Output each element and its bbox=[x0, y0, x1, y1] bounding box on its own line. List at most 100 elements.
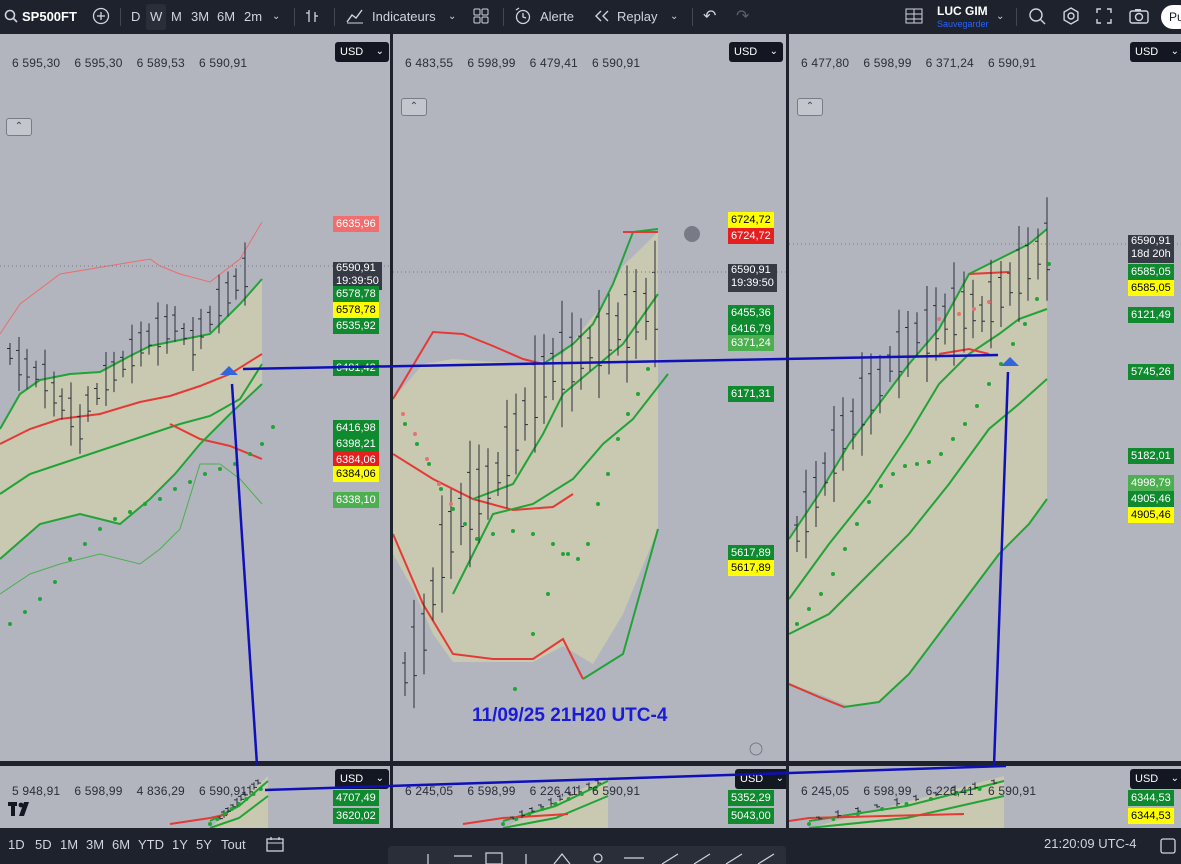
currency-button[interactable]: USD ⌄ bbox=[1130, 769, 1181, 789]
currency-label: USD bbox=[340, 773, 364, 785]
panel-toggle-icon[interactable] bbox=[1158, 836, 1178, 856]
range-6m[interactable]: 6M bbox=[112, 828, 130, 862]
plot-area-1[interactable] bbox=[0, 34, 390, 761]
range-1d[interactable]: 1D bbox=[8, 828, 25, 862]
chart-pane-4[interactable]: 5 948,91 6 598,99 4 836,29 6 590,91 USD ⌄ 4707… bbox=[0, 766, 390, 828]
high-value: 6 598,99 bbox=[863, 56, 912, 70]
band-fill bbox=[789, 229, 1047, 706]
sar-dot bbox=[271, 425, 275, 429]
high-value: 6 598,99 bbox=[863, 784, 912, 798]
sar-dot bbox=[427, 462, 431, 466]
price-label-value: 6535,92 bbox=[336, 320, 376, 332]
low-value: 4 836,29 bbox=[136, 784, 185, 798]
currency-label: USD bbox=[734, 46, 758, 58]
price-axis-label: 6416,98 bbox=[333, 420, 379, 436]
top-toolbar: SP500FT D W M 3M 6M 2m ⌄ Indicateurs ⌄ A… bbox=[0, 0, 1181, 34]
camera-snapshot-icon[interactable] bbox=[1129, 0, 1149, 34]
sar-dot bbox=[566, 552, 570, 556]
price-axis-label: 5182,01 bbox=[1128, 448, 1174, 464]
price-label-value: 4707,49 bbox=[336, 792, 376, 804]
ohlc-values: 5 948,91 6 598,99 4 836,29 6 590,91 bbox=[12, 784, 261, 798]
sar-dot bbox=[819, 592, 823, 596]
date-range-icon[interactable] bbox=[266, 828, 284, 862]
chart-pane-1[interactable]: 6 595,30 6 595,30 6 589,53 6 590,91 USD ⌄ ⌃ 663… bbox=[0, 34, 390, 761]
open-value: 6 477,80 bbox=[801, 56, 850, 70]
interval-2m[interactable]: 2m bbox=[244, 0, 262, 34]
replay-button[interactable]: Replay bbox=[617, 0, 657, 34]
price-axis-label: 6535,92 bbox=[333, 318, 379, 334]
sar-dot bbox=[855, 522, 859, 526]
sar-dot bbox=[999, 362, 1003, 366]
symbol-name[interactable]: SP500FT bbox=[22, 0, 77, 34]
chart-pane-3[interactable]: 6 477,80 6 598,99 6 371,24 6 590,91 USD ⌄ ⌃ 659… bbox=[789, 34, 1181, 761]
sar-dot bbox=[636, 392, 640, 396]
alert-button[interactable]: Alerte bbox=[540, 0, 574, 34]
chart-pane-6[interactable]: 6 245,05 6 598,99 6 226,41 6 590,91 USD ⌄ 6344… bbox=[789, 766, 1181, 828]
interval-m[interactable]: M bbox=[171, 0, 182, 34]
currency-button[interactable]: USD ⌄ bbox=[335, 769, 389, 789]
layout-dropdown-icon[interactable]: ⌄ bbox=[996, 0, 1004, 34]
quick-search-icon[interactable] bbox=[1028, 0, 1046, 34]
range-1y[interactable]: 1Y bbox=[172, 828, 188, 862]
alert-clock-icon[interactable] bbox=[514, 0, 532, 34]
price-axis-label: 4905,46 bbox=[1128, 491, 1174, 507]
range-5y[interactable]: 5Y bbox=[196, 828, 212, 862]
undo-icon[interactable]: ↶ bbox=[703, 0, 716, 34]
price-label-value: 5617,89 bbox=[731, 562, 771, 574]
range-1m[interactable]: 1M bbox=[60, 828, 78, 862]
settings-gear-icon[interactable] bbox=[1062, 0, 1080, 34]
price-axis-label: 3620,02 bbox=[333, 808, 379, 824]
currency-button[interactable]: USD ⌄ bbox=[1130, 42, 1181, 62]
interval-3m[interactable]: 3M bbox=[191, 0, 209, 34]
pane-divider-v1[interactable] bbox=[390, 34, 393, 828]
range-all[interactable]: Tout bbox=[221, 828, 246, 862]
sar-dot bbox=[513, 687, 517, 691]
interval-dropdown-icon[interactable]: ⌄ bbox=[272, 0, 280, 34]
range-3m[interactable]: 3M bbox=[86, 828, 104, 862]
range-ytd[interactable]: YTD bbox=[138, 828, 164, 862]
currency-button[interactable]: USD ⌄ bbox=[729, 42, 783, 62]
sar-dot bbox=[401, 412, 405, 416]
currency-button[interactable]: USD ⌄ bbox=[735, 769, 786, 789]
price-label-value: 6585,05 bbox=[1131, 266, 1171, 278]
layout-grid-icon[interactable] bbox=[905, 0, 923, 34]
layouts-grid-icon[interactable] bbox=[473, 0, 489, 34]
replay-icon[interactable] bbox=[594, 0, 610, 34]
fullscreen-icon[interactable] bbox=[1096, 0, 1112, 34]
sar-dot bbox=[215, 817, 220, 821]
collapse-legend-icon[interactable]: ⌃ bbox=[6, 118, 32, 136]
price-label-value: 6590,91 bbox=[1131, 235, 1171, 247]
chart-pane-2[interactable]: 6 483,55 6 598,99 6 479,41 6 590,91 USD ⌄ ⌃ 672… bbox=[393, 34, 786, 761]
interval-w[interactable]: W bbox=[146, 4, 167, 30]
pane-divider-v2[interactable] bbox=[786, 34, 789, 828]
price-label-value: 5043,00 bbox=[731, 810, 771, 822]
collapse-legend-icon[interactable]: ⌃ bbox=[401, 98, 427, 116]
drawing-toolbar[interactable] bbox=[388, 846, 786, 864]
replay-dropdown-icon[interactable]: ⌄ bbox=[670, 0, 678, 34]
sar-dot bbox=[158, 497, 162, 501]
chevron-down-icon: ⌄ bbox=[775, 773, 784, 784]
plot-area-3[interactable] bbox=[789, 34, 1181, 761]
indicators-button[interactable]: Indicateurs bbox=[372, 0, 436, 34]
sar-dot bbox=[596, 502, 600, 506]
interval-6m[interactable]: 6M bbox=[217, 0, 235, 34]
close-value: 6 590,91 bbox=[198, 56, 248, 70]
indicators-icon[interactable] bbox=[346, 0, 364, 34]
publish-button[interactable]: Pu bbox=[1161, 5, 1181, 29]
symbol-search-icon[interactable] bbox=[4, 0, 18, 34]
collapse-legend-icon[interactable]: ⌃ bbox=[797, 98, 823, 116]
range-5d[interactable]: 5D bbox=[35, 828, 52, 862]
currency-label: USD bbox=[1135, 46, 1159, 58]
indicators-dropdown-icon[interactable]: ⌄ bbox=[448, 0, 456, 34]
chart-pane-5[interactable]: 6 245,05 6 598,99 6 226,41 6 590,91 USD ⌄ 5352… bbox=[393, 766, 786, 828]
compare-add-icon[interactable] bbox=[92, 0, 110, 34]
close-value: 6 590,91 bbox=[987, 784, 1037, 798]
currency-button[interactable]: USD ⌄ bbox=[335, 42, 389, 62]
chart-type-icon[interactable] bbox=[305, 0, 321, 34]
pane-divider-h[interactable] bbox=[0, 761, 1181, 766]
interval-d[interactable]: D bbox=[131, 0, 140, 34]
redo-icon[interactable]: ↷ bbox=[736, 0, 749, 34]
sar-dot bbox=[128, 510, 132, 514]
close-value: 6 590,91 bbox=[987, 56, 1037, 70]
sar-dot bbox=[403, 422, 407, 426]
